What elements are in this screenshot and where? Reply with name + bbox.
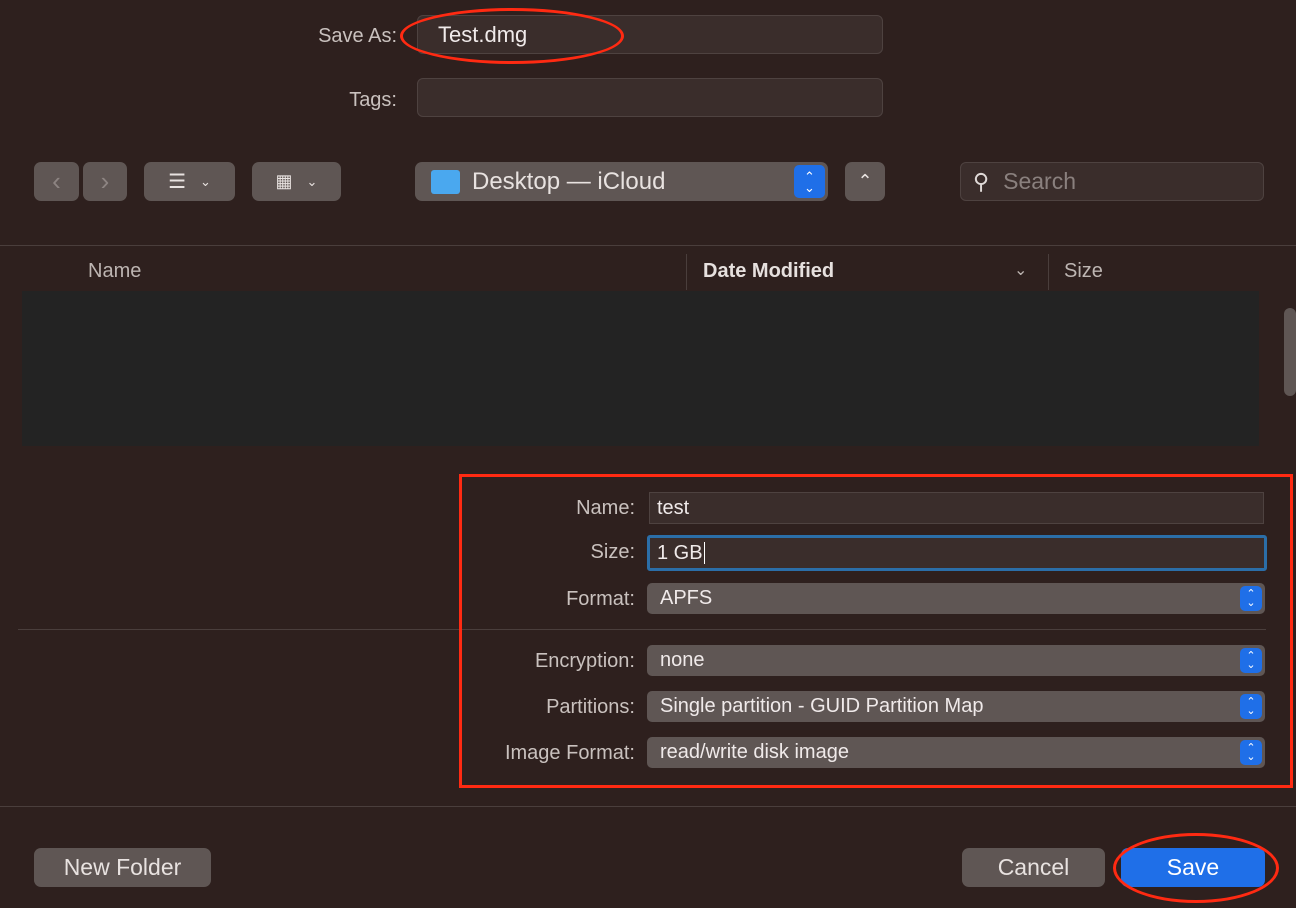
grid-view-button[interactable]: ▦ ⌄ [252,162,341,201]
chevron-right-icon: › [100,166,110,196]
folder-icon [431,169,460,194]
back-button[interactable]: ‹ [34,162,79,201]
search-icon: ⚲ [973,168,990,194]
tags-input[interactable] [417,78,883,117]
location-label: Desktop — iCloud [472,167,666,195]
chevron-down-icon: ⌄ [306,173,318,189]
chevron-up-icon: ⌃ [857,171,873,191]
up-button[interactable]: ⌃ [845,162,885,201]
new-folder-button[interactable]: New Folder [34,848,211,887]
save-as-label: Save As: [318,25,397,47]
annotation-ellipse [400,8,624,64]
list-view-button[interactable]: ☰ ⌄ [144,162,235,201]
chevron-down-icon: ⌄ [200,173,211,189]
search-input[interactable]: ⚲ Search [960,162,1264,201]
stepper-icon: ⌃ ⌄ [794,165,825,198]
file-list[interactable] [22,291,1259,446]
search-placeholder: Search [1003,168,1076,194]
annotation-rectangle [459,474,1293,788]
scrollbar[interactable] [1284,308,1296,396]
column-name[interactable]: Name [88,260,141,283]
location-popup[interactable]: Desktop — iCloud ⌃ ⌄ [415,162,828,201]
chevron-left-icon: ‹ [52,166,61,196]
grid-icon: ▦ [275,171,293,191]
annotation-ellipse [1113,833,1279,903]
forward-button[interactable]: › [83,162,127,201]
cancel-button[interactable]: Cancel [962,848,1105,887]
column-size[interactable]: Size [1064,260,1103,283]
sort-chevron-icon: ⌄ [1014,262,1028,279]
list-icon: ☰ [168,171,187,193]
column-date-modified[interactable]: Date Modified [703,260,834,283]
tags-label: Tags: [349,89,397,111]
